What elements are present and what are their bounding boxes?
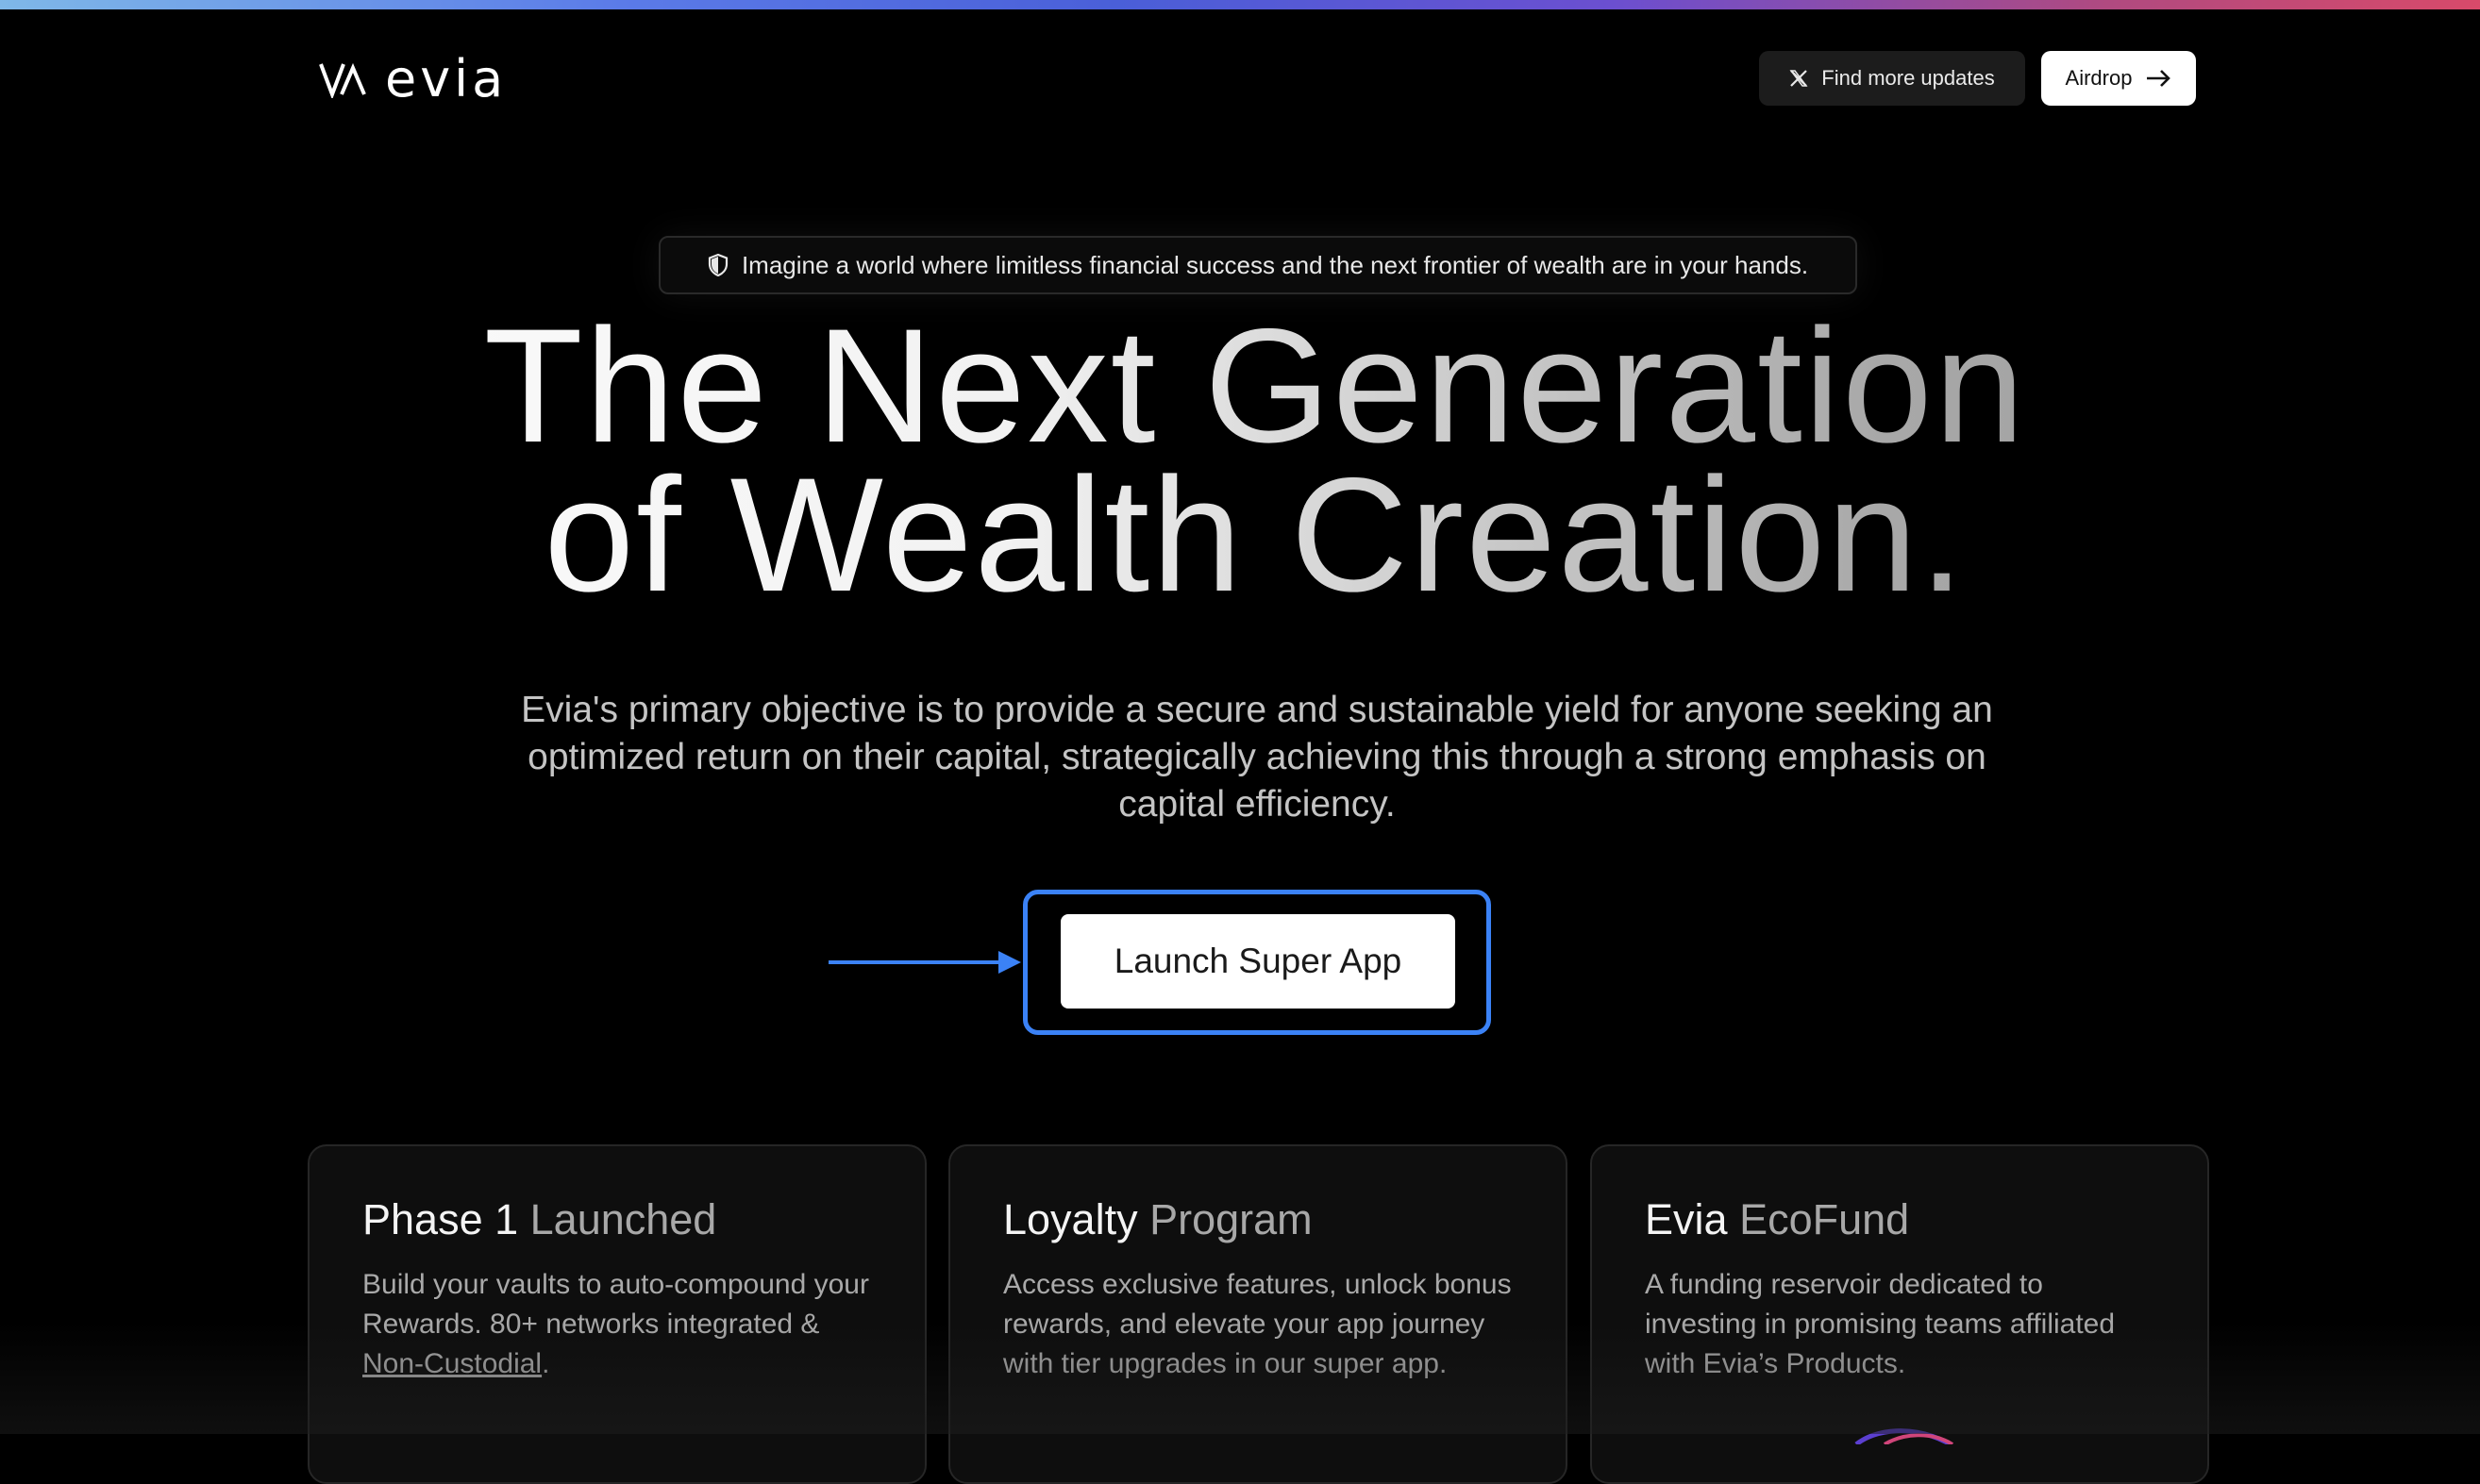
card-title: Evia EcoFund xyxy=(1645,1193,2154,1246)
announcement-text: Imagine a world where limitless financia… xyxy=(741,250,1809,279)
card-body-end: . xyxy=(542,1348,550,1379)
brand-logo[interactable]: evia xyxy=(319,49,508,108)
non-custodial-link[interactable]: Non-Custodial xyxy=(362,1348,542,1379)
ecofund-graphic xyxy=(1854,1428,1954,1444)
arrow-pointer-icon xyxy=(829,951,1021,974)
card-body-text: Build your vaults to auto-compound your … xyxy=(362,1269,869,1340)
card-phase-1: Phase 1 Launched Build your vaults to au… xyxy=(308,1144,927,1484)
card-title-main: Evia xyxy=(1645,1195,1728,1243)
card-body: Build your vaults to auto-compound your … xyxy=(362,1265,872,1384)
top-gradient-bar xyxy=(0,0,2480,9)
launch-super-app-label: Launch Super App xyxy=(1114,942,1402,980)
card-title: Loyalty Program xyxy=(1003,1193,1513,1246)
card-body: Access exclusive features, unlock bonus … xyxy=(1003,1269,1512,1379)
shield-icon xyxy=(708,254,729,276)
announcement-pill: Imagine a world where limitless financia… xyxy=(659,236,1857,294)
arrow-right-icon xyxy=(2147,70,2171,87)
card-body: A funding reservoir dedicated to investi… xyxy=(1645,1269,2116,1379)
hero-title-line-1: The Next Generation xyxy=(0,305,2480,467)
x-logo-icon xyxy=(1789,70,1808,87)
find-updates-button[interactable]: Find more updates xyxy=(1759,51,2025,106)
brand-wordmark: evia xyxy=(385,49,508,108)
hero-title-line-2: of Wealth Creation. xyxy=(0,454,2480,616)
airdrop-button[interactable]: Airdrop xyxy=(2041,51,2196,106)
card-loyalty-program: Loyalty Program Access exclusive feature… xyxy=(948,1144,1567,1484)
launch-super-app-button[interactable]: Launch Super App xyxy=(1061,914,1455,1009)
hero-description: Evia's primary objective is to provide a… xyxy=(521,690,1993,825)
evia-logo-mark xyxy=(319,62,366,98)
hero-title: The Next Generation of Wealth Creation. xyxy=(0,305,2480,616)
card-title-muted: Launched xyxy=(529,1195,717,1243)
card-title-main: Phase 1 xyxy=(362,1195,519,1243)
airdrop-label: Airdrop xyxy=(2065,66,2133,90)
card-title-muted: EcoFund xyxy=(1739,1195,1910,1243)
find-updates-label: Find more updates xyxy=(1821,66,1995,90)
card-evia-ecofund: Evia EcoFund A funding reservoir dedicat… xyxy=(1590,1144,2209,1484)
card-title-muted: Program xyxy=(1149,1195,1313,1243)
card-title-main: Loyalty xyxy=(1003,1195,1138,1243)
card-title: Phase 1 Launched xyxy=(362,1193,872,1246)
